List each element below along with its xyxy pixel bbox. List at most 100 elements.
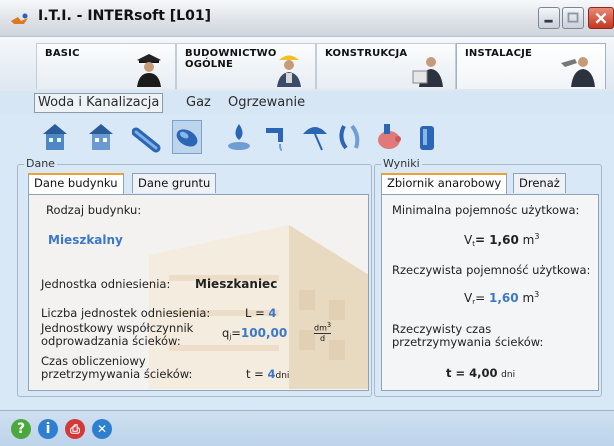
min-capacity-unit: m bbox=[522, 233, 535, 247]
building-type-label: Rodzaj budynku: bbox=[46, 203, 142, 217]
module-label-line2: OGÓLNE bbox=[185, 59, 233, 70]
coefficient-unit-exponent: 3 bbox=[326, 321, 332, 329]
building-type-value[interactable]: Mieszkalny bbox=[48, 233, 123, 247]
maximize-icon bbox=[567, 12, 579, 23]
calc-time-unit: dni bbox=[275, 371, 290, 381]
icon-toolbar bbox=[0, 118, 614, 158]
tool-button[interactable] bbox=[374, 120, 404, 154]
real-capacity-equals: = bbox=[475, 291, 486, 305]
coefficient-unit: dm3 d bbox=[314, 321, 332, 343]
tool-button[interactable] bbox=[131, 120, 162, 154]
house-sewer-icon bbox=[89, 124, 113, 150]
module-tab-konstrukcja[interactable]: KONSTRUKCJA bbox=[316, 43, 456, 89]
min-capacity-label: Minimalna pojemnośc użytkowa: bbox=[392, 203, 580, 217]
results-group: Wyniki Zbiornik anarobowy Drenaż Minimal… bbox=[374, 157, 602, 397]
real-time-value: t = 4,00 bbox=[446, 366, 498, 380]
module-tab-instalacje[interactable]: INSTALACJE bbox=[456, 43, 606, 89]
tank-icon bbox=[176, 129, 198, 147]
calc-time-symbol: t = bbox=[246, 367, 264, 381]
tool-button-selected[interactable] bbox=[172, 120, 202, 154]
category-bar: Woda i Kanalizacja Gaz Ogrzewanie bbox=[0, 91, 614, 115]
real-time-unit: dni bbox=[501, 370, 516, 380]
coefficient-equals: = bbox=[231, 326, 241, 340]
print-icon: ⎙ bbox=[70, 422, 80, 436]
print-button[interactable]: ⎙ bbox=[65, 419, 85, 439]
application-window: I.T.I. - INTERsoft [L01] BASIC BUDOWNICT… bbox=[0, 0, 614, 446]
module-label: BUDOWNICTWO bbox=[185, 48, 277, 59]
graduate-figure-icon bbox=[137, 54, 161, 87]
coefficient-value: 100,00 bbox=[240, 326, 288, 340]
engineer-figure-icon bbox=[412, 57, 443, 87]
tool-button[interactable] bbox=[86, 120, 116, 154]
tab-drenaz[interactable]: Drenaż bbox=[513, 173, 566, 193]
tab-zbiornik-anarobowy[interactable]: Zbiornik anarobowy bbox=[381, 173, 508, 194]
window-title: I.T.I. - INTERsoft [L01] bbox=[38, 8, 211, 24]
unit-count-field[interactable]: L = 4 bbox=[245, 306, 276, 320]
min-capacity-value: = 1,60 bbox=[474, 233, 519, 247]
coefficient-label-1: Jednostkowy współczynnik bbox=[41, 321, 194, 335]
real-capacity-label: Rzeczywista pojemność użytkowa: bbox=[392, 263, 591, 277]
bottom-bar: ? i ⎙ ✕ bbox=[0, 410, 614, 446]
tool-button[interactable] bbox=[412, 120, 442, 154]
help-icon: ? bbox=[16, 421, 26, 437]
coefficient-label-2: odprowadzania ścieków: bbox=[41, 334, 181, 348]
close-icon bbox=[595, 12, 607, 24]
pipe-icon bbox=[131, 127, 161, 153]
module-label: INSTALACJE bbox=[465, 48, 533, 59]
minimize-icon bbox=[544, 19, 553, 23]
calc-time-label-2: przetrzymywania ścieków: bbox=[41, 367, 193, 381]
title-bar[interactable]: I.T.I. - INTERsoft [L01] bbox=[0, 0, 614, 36]
module-tab-basic[interactable]: BASIC bbox=[36, 43, 176, 89]
unit-count-label: Liczba jednostek odniesienia: bbox=[41, 306, 211, 320]
maximize-button[interactable] bbox=[562, 7, 584, 29]
calc-time-field[interactable]: t = 4dni bbox=[246, 367, 289, 381]
real-capacity-value: 1,60 bbox=[489, 291, 519, 305]
tab-dane-budynku[interactable]: Dane budynku bbox=[28, 173, 124, 194]
category-tab-ogrzewanie[interactable]: Ogrzewanie bbox=[228, 95, 305, 110]
help-button[interactable]: ? bbox=[11, 419, 31, 439]
close-button[interactable] bbox=[588, 7, 614, 29]
real-capacity-unit: m bbox=[522, 291, 535, 305]
tools-button[interactable]: ✕ bbox=[92, 419, 112, 439]
coefficient-unit-denominator: d bbox=[320, 333, 326, 343]
coefficient-unit-numerator: dm bbox=[314, 323, 327, 333]
module-label: KONSTRUKCJA bbox=[325, 48, 408, 59]
reference-unit-label: Jednostka odniesienia: bbox=[41, 277, 171, 291]
unit-count-value: 4 bbox=[268, 306, 277, 320]
min-capacity-unit-exponent: 3 bbox=[534, 232, 540, 241]
tab-dane-gruntu[interactable]: Dane gruntu bbox=[132, 173, 217, 193]
info-icon: i bbox=[45, 421, 51, 437]
hose-icon bbox=[339, 124, 360, 150]
coefficient-field[interactable]: qj=100,00 bbox=[222, 326, 287, 341]
building-data-panel: Rodzaj budynku: Mieszkalny Jednostka odn… bbox=[28, 194, 369, 391]
real-capacity-unit-exponent: 3 bbox=[534, 290, 540, 299]
tool-button[interactable] bbox=[300, 120, 330, 154]
real-time-label-2: przetrzymywania ścieków: bbox=[392, 335, 544, 349]
tool-button[interactable] bbox=[40, 120, 70, 154]
builder-hardhat-icon bbox=[277, 55, 301, 87]
group-title: Dane bbox=[24, 157, 57, 170]
module-tab-budownictwo[interactable]: BUDOWNICTWO OGÓLNE bbox=[176, 43, 316, 89]
pig-icon bbox=[378, 124, 401, 149]
umbrella-icon bbox=[303, 127, 327, 151]
tools-icon: ✕ bbox=[96, 422, 108, 436]
results-panel: Minimalna pojemnośc użytkowa: Vt= 1,60 m… bbox=[381, 194, 599, 391]
real-time-label-1: Rzeczywisty czas bbox=[392, 322, 492, 336]
category-tab-woda[interactable]: Woda i Kanalizacja bbox=[34, 93, 164, 113]
module-label: BASIC bbox=[45, 48, 80, 59]
faucet-icon bbox=[266, 128, 283, 151]
category-tab-gaz[interactable]: Gaz bbox=[186, 95, 211, 110]
module-bar: BASIC BUDOWNICTWO OGÓLNE KONSTRUKCJA INST… bbox=[0, 36, 614, 92]
tool-button[interactable] bbox=[262, 120, 292, 154]
info-button[interactable]: i bbox=[38, 419, 58, 439]
reference-unit-value[interactable]: Mieszkaniec bbox=[195, 277, 277, 291]
app-logo-icon bbox=[11, 13, 28, 24]
house-water-icon bbox=[43, 124, 67, 150]
min-capacity-result: Vt= 1,60 m3 bbox=[464, 232, 539, 248]
cylinder-tank-icon bbox=[420, 126, 434, 150]
tool-button[interactable] bbox=[224, 120, 254, 154]
tool-button[interactable] bbox=[336, 120, 366, 154]
minimize-button[interactable] bbox=[538, 7, 560, 29]
data-group: Dane Dane budynku Dane gruntu Rodzaj bud… bbox=[17, 157, 372, 397]
calc-time-label-1: Czas obliczeniowy bbox=[41, 354, 146, 368]
